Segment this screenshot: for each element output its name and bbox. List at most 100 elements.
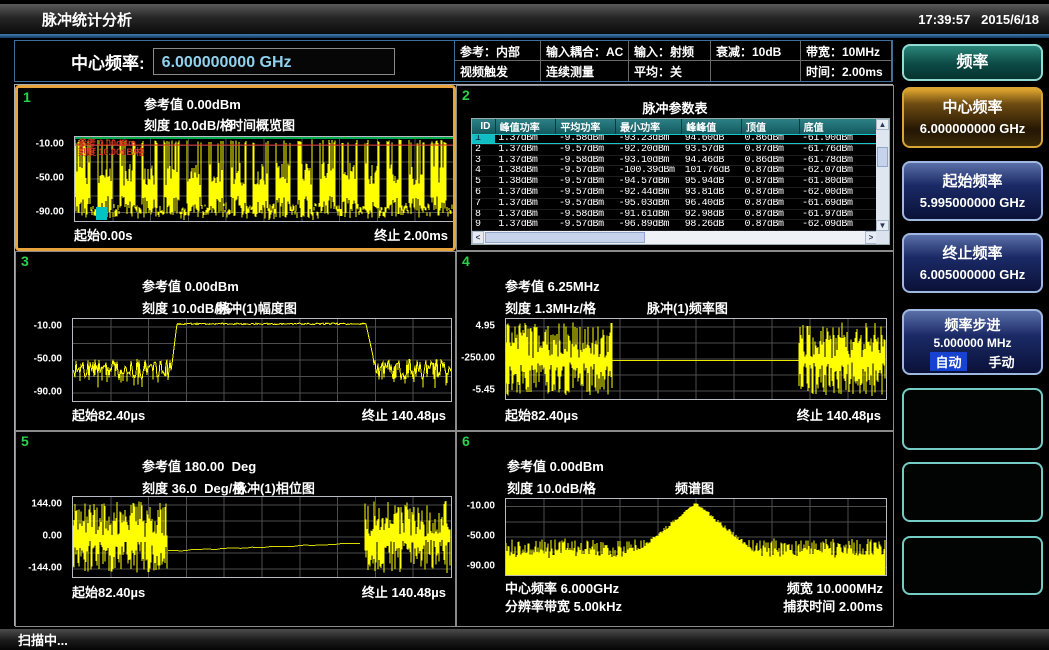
table-cell: -61.78dBm: [799, 155, 876, 166]
table-row[interactable]: 61.37dBm-9.57dBm-92.44dBm93.81dB0.87dBm-…: [472, 187, 877, 198]
time-text: 17:39:57: [918, 12, 970, 27]
column-header[interactable]: 平均功率: [556, 119, 616, 134]
table-cell: 3: [472, 155, 495, 166]
softkey-label: 终止频率: [904, 242, 1041, 263]
softkey-frequency-step[interactable]: 频率步进 5.000000 MHz 自动 手动: [902, 309, 1043, 375]
panel-spectrum[interactable]: 6 参考值 0.00dBm 刻度 10.0dB/格 频谱图 -10.00 -50…: [456, 431, 894, 627]
table-cell: 1.37dBm: [495, 198, 556, 209]
app-title: 脉冲统计分析: [0, 9, 132, 30]
table-cell: -9.57dBm: [556, 177, 616, 188]
table-cell: 0.86dBm: [741, 155, 799, 166]
x-start-label: 起始82.40µs: [505, 405, 578, 424]
x-end-label: 终止 140.48µs: [362, 405, 446, 424]
table-title: 脉冲参数表: [457, 98, 893, 117]
column-header[interactable]: 最小功率: [616, 119, 682, 134]
panel-time-overview[interactable]: 1 参考值 0.00dBm 刻度 10.0dB/格 时间概览图 -10.00 -…: [15, 85, 456, 251]
table-row[interactable]: 31.37dBm-9.58dBm-93.10dBm94.46dB0.86dBm-…: [472, 155, 877, 166]
ref-value-label: 参考值 0.00dBm: [142, 276, 239, 295]
table-cell: -92.44dBm: [616, 187, 682, 198]
column-header[interactable]: ID: [472, 119, 495, 134]
table-row[interactable]: 71.37dBm-9.57dBm-95.03dBm96.40dB0.87dBm-…: [472, 198, 877, 209]
softkey-stop-frequency[interactable]: 终止频率 6.005000000 GHz: [902, 233, 1043, 293]
table-cell: 98.26dB: [682, 220, 742, 231]
table-cell: 0.86dBm: [741, 134, 799, 144]
column-header[interactable]: 底值: [799, 119, 876, 134]
table-cell: 0.87dBm: [741, 220, 799, 231]
step-auto-toggle[interactable]: 自动: [930, 352, 966, 371]
y-tick: -10.00: [36, 139, 64, 150]
panel-pulse-phase[interactable]: 5 参考值 180.00 Deg 刻度 36.0 Deg/格 脉冲(1)相位图 …: [15, 431, 456, 627]
chart-title: 脉冲(1)频率图: [647, 298, 728, 317]
horizontal-scrollbar[interactable]: < >: [472, 231, 877, 244]
table-row[interactable]: 51.38dBm-9.57dBm-94.57dBm95.94dB0.87dBm-…: [472, 177, 877, 188]
column-header[interactable]: 峰峰值: [682, 119, 742, 134]
table-cell: -9.57dBm: [556, 198, 616, 209]
scroll-left-arrow[interactable]: <: [472, 231, 484, 244]
vertical-scroll-thumb[interactable]: [877, 147, 888, 167]
table-row[interactable]: 41.38dBm-9.57dBm-100.39dBm101.76dB0.87dB…: [472, 166, 877, 177]
panel-pulse-table[interactable]: 2 脉冲参数表 ID峰值功率平均功率最小功率峰峰值顶值底值11.37dBm-9.…: [456, 85, 894, 251]
table-cell: 6: [472, 187, 495, 198]
step-manual-toggle[interactable]: 手动: [989, 352, 1015, 371]
center-frequency-input[interactable]: 6.000000000 GHz: [153, 48, 395, 75]
y-tick: -144.00: [28, 563, 62, 574]
chart-title: 脉冲(1)相位图: [234, 478, 315, 497]
panel-number-5: 5: [21, 433, 29, 449]
center-frequency-box: 中心频率: 6.000000000 GHz: [14, 40, 455, 82]
softkey-empty-2[interactable]: [902, 462, 1043, 522]
table-cell: 93.57dB: [682, 144, 742, 155]
setting-video-trigger: 视频触发: [455, 61, 541, 81]
data-table: ID峰值功率平均功率最小功率峰峰值顶值底值11.37dBm-9.58dBm-93…: [472, 119, 877, 231]
vertical-scrollbar[interactable]: ▲ ▼: [876, 119, 889, 231]
x-axis-range: 起始0.00s 终止 2.00ms: [74, 225, 448, 244]
table-cell: 0.87dBm: [741, 187, 799, 198]
scroll-down-arrow[interactable]: ▼: [876, 220, 889, 231]
table-cell: 1.37dBm: [495, 220, 556, 231]
x-start-label: 起始82.40µs: [72, 582, 145, 601]
panel-pulse-frequency[interactable]: 4 参考值 6.25MHz 刻度 1.3MHz/格 脉冲(1)频率图 4.95 …: [456, 251, 894, 431]
table-cell: -9.57dBm: [556, 220, 616, 231]
table-cell: -100.39dBm: [616, 166, 682, 177]
scale-label: 刻度 36.0 Deg/格: [142, 478, 245, 497]
scroll-up-arrow[interactable]: ▲: [876, 119, 889, 130]
column-header[interactable]: 顶值: [741, 119, 799, 134]
table-cell: -9.57dBm: [556, 144, 616, 155]
table-cell: -61.76dBm: [799, 144, 876, 155]
x-axis-range: 起始82.40µs 终止 140.48µs: [72, 582, 446, 601]
table-row[interactable]: 11.37dBm-9.58dBm-93.23dBm94.60dB0.86dBm-…: [472, 134, 877, 144]
softkey-label: 中心频率: [904, 96, 1041, 117]
y-axis-labels: -10.00 -50.00 -90.00: [457, 498, 501, 574]
horizontal-scroll-thumb[interactable]: [485, 232, 645, 243]
softkey-center-frequency[interactable]: 中心频率 6.000000000 GHz: [902, 87, 1043, 148]
table-cell: -93.10dBm: [616, 155, 682, 166]
ref-value-label: 参考值 6.25MHz: [505, 276, 600, 295]
overlay-scale-readout: 刻度 10.00dB/格: [78, 148, 145, 157]
table-cell: -9.58dBm: [556, 155, 616, 166]
table-cell: 0.87dBm: [741, 166, 799, 177]
table-cell: 93.81dB: [682, 187, 742, 198]
table-row[interactable]: 21.37dBm-9.57dBm-92.20dBm93.57dB0.87dBm-…: [472, 144, 877, 155]
table-cell: -96.89dBm: [616, 220, 682, 231]
softkey-start-frequency[interactable]: 起始频率 5.995000000 GHz: [902, 161, 1043, 221]
y-axis-labels: 144.00 0.00 -144.00: [16, 496, 68, 576]
time-overview-plot: 参考 0.00dBm 刻度 10.00dB/格: [74, 136, 454, 222]
softkey-value: 6.000000000 GHz: [904, 121, 1041, 136]
softkey-empty-1[interactable]: [902, 388, 1043, 450]
softkey-value: 6.005000000 GHz: [904, 267, 1041, 282]
ref-value-label: 参考值 0.00dBm: [507, 456, 604, 475]
column-header[interactable]: 峰值功率: [495, 119, 556, 134]
table-cell: -61.80dBm: [799, 177, 876, 188]
scale-label: 刻度 10.0dB/格: [507, 478, 596, 497]
spectrum-footer-1: 中心频率 6.000GHz 频宽 10.000MHz: [505, 578, 883, 597]
x-end-label: 终止 2.00ms: [374, 225, 448, 244]
table-cell: 96.40dB: [682, 198, 742, 209]
softkey-value: 5.995000000 GHz: [904, 195, 1041, 210]
table-cell: 1.38dBm: [495, 166, 556, 177]
x-axis-range: 起始82.40µs 终止 140.48µs: [72, 405, 446, 424]
softkey-empty-3[interactable]: [902, 536, 1043, 595]
y-tick: -5.45: [472, 385, 495, 396]
table-row[interactable]: 91.37dBm-9.57dBm-96.89dBm98.26dB0.87dBm-…: [472, 220, 877, 231]
panel-grid: 1 参考值 0.00dBm 刻度 10.0dB/格 时间概览图 -10.00 -…: [14, 84, 893, 626]
panel-pulse-amplitude[interactable]: 3 参考值 0.00dBm 刻度 10.0dB/格 脉冲(1)幅度图 -10.0…: [15, 251, 456, 431]
table-row[interactable]: 81.37dBm-9.58dBm-91.61dBm92.98dB0.87dBm-…: [472, 209, 877, 220]
